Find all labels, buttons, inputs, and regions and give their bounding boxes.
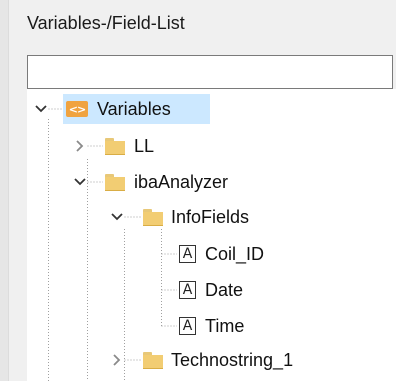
folder-icon (105, 138, 125, 155)
tree-node-label: Variables (97, 99, 171, 119)
tree-node-date[interactable]: A Date (27, 275, 327, 305)
panel-title: Variables-/Field-List (27, 13, 185, 33)
text-field-icon: A (179, 317, 196, 335)
tree-node-label: Time (205, 316, 245, 336)
chevron-right-icon[interactable] (108, 351, 126, 369)
filter-input[interactable] (27, 55, 393, 89)
variables-icon: <> (66, 101, 88, 117)
tree-node-ibaanalyzer[interactable]: ibaAnalyzer (27, 167, 277, 197)
tree-node-label: Coil_ID (205, 244, 265, 264)
chevron-down-icon[interactable] (71, 173, 89, 191)
chevron-right-icon[interactable] (71, 137, 89, 155)
tree-node-label: LL (134, 136, 155, 156)
tree-node-variables[interactable]: <> Variables (27, 94, 227, 124)
folder-icon (143, 209, 163, 226)
tree-node-time[interactable]: A Time (27, 311, 327, 341)
tree-node-infofields[interactable]: InfoFields (27, 202, 307, 232)
tree-node-coil-id[interactable]: A Coil_ID (27, 239, 327, 269)
tree-node-ll[interactable]: LL (27, 131, 227, 161)
tree-node-label: Date (205, 280, 244, 300)
left-edge-strip (0, 0, 9, 381)
folder-icon (105, 174, 125, 191)
variables-tree[interactable]: <> Variables LL ibaAnalyzer InfoFields A… (27, 89, 396, 381)
text-field-icon: A (179, 281, 196, 299)
chevron-down-icon[interactable] (32, 100, 50, 118)
tree-node-technostring-1[interactable]: Technostring_1 (27, 345, 347, 375)
tree-node-label: InfoFields (171, 207, 250, 227)
text-field-icon: A (179, 245, 196, 263)
tree-node-label: Technostring_1 (171, 350, 294, 370)
chevron-down-icon[interactable] (108, 208, 126, 226)
tree-node-label: ibaAnalyzer (134, 172, 229, 192)
folder-icon (143, 352, 163, 369)
